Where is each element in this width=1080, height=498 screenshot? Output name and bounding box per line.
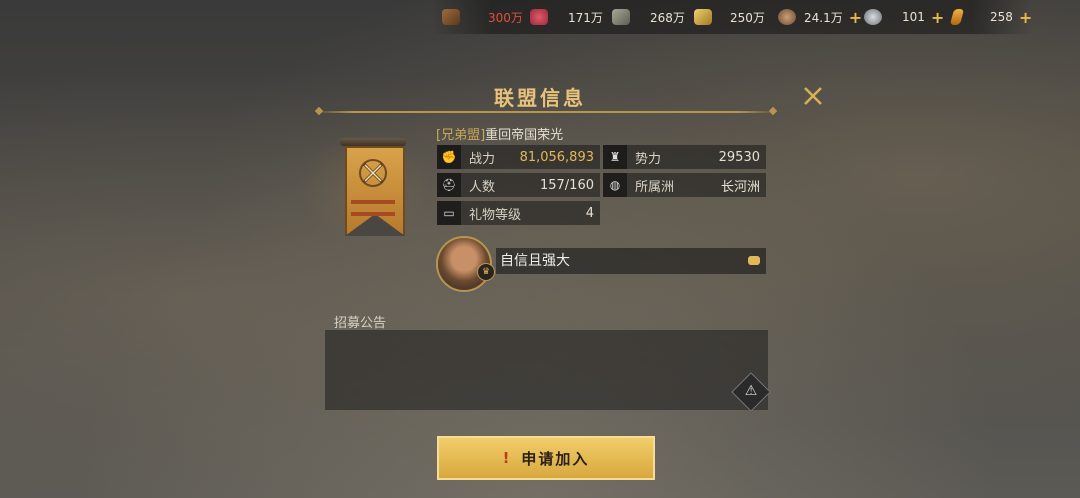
resource-value: 101 (902, 10, 925, 24)
banner-chevron (351, 212, 395, 226)
stat-value: 157/160 (539, 177, 594, 193)
announcement-box (325, 330, 768, 410)
gold-bar-icon (694, 9, 712, 25)
resource-coin[interactable]: 24.1万 + (778, 7, 862, 27)
alliance-motto: 自信且强大 (496, 248, 766, 274)
resource-value: 171万 (568, 10, 603, 25)
apply-button-label: 申请加入 (521, 449, 590, 468)
meat-icon (530, 9, 548, 25)
resource-crystal[interactable]: 258 + (949, 7, 1032, 27)
add-silver-button[interactable]: + (931, 8, 944, 27)
coin-icon (778, 9, 796, 25)
stat-label: 所属洲 (635, 179, 675, 195)
castle-icon: ♜ (603, 145, 627, 169)
resource-stone[interactable]: 268万 (612, 7, 685, 27)
crystal-icon (949, 9, 965, 25)
resource-value: 24.1万 (804, 10, 843, 25)
fist-icon: ✊ (437, 145, 461, 169)
resource-silver[interactable]: 101 + (864, 7, 944, 27)
warning-icon: ⚠ (744, 383, 758, 399)
crown-icon: ♛ (477, 263, 495, 281)
stat-gift-level: ▭ 礼物等级 4 (437, 201, 600, 225)
add-crystal-button[interactable]: + (1019, 8, 1032, 27)
dialog-title: 联盟信息 (494, 86, 586, 110)
resource-value: 300万 (488, 10, 523, 25)
banner-pole (340, 138, 406, 146)
gift-box-icon: ▭ (437, 201, 461, 225)
stat-influence: ♜ 势力 29530 (603, 145, 766, 169)
stat-label: 人数 (469, 179, 496, 195)
close-icon (804, 87, 822, 105)
alliance-name-text: 重回帝国荣光 (485, 128, 564, 143)
resource-value: 268万 (650, 10, 685, 25)
stat-value: 4 (585, 205, 594, 221)
silver-coin-icon (864, 9, 882, 25)
crossed-swords-emblem-icon (359, 159, 387, 187)
stat-power: ✊ 战力 81,056,893 (437, 145, 600, 169)
stat-continent: ◍ 所属洲 长河洲 (603, 173, 766, 197)
resource-wood[interactable]: 300万 (442, 7, 523, 27)
resource-gold[interactable]: 250万 (694, 7, 765, 27)
apply-join-button[interactable]: ! 申请加入 (437, 436, 655, 480)
alliance-name: [兄弟盟]重回帝国荣光 (436, 124, 563, 143)
stat-members: ⛑ 人数 157/160 (437, 173, 600, 197)
resource-value: 258 (990, 10, 1013, 24)
exclamation-icon: ! (502, 449, 512, 467)
stat-value: 29530 (718, 149, 760, 165)
stat-label: 势力 (635, 151, 662, 167)
stat-label: 礼物等级 (469, 207, 522, 223)
close-button[interactable] (800, 84, 826, 110)
announcement-label: 招募公告 (334, 316, 387, 331)
stone-icon (612, 9, 630, 25)
chat-bubble-icon[interactable] (748, 256, 760, 265)
resource-meat[interactable]: 171万 (530, 7, 603, 27)
wood-log-icon (442, 9, 460, 25)
globe-icon: ◍ (603, 173, 627, 197)
alliance-tag: [兄弟盟] (436, 128, 486, 143)
helmet-icon: ⛑ (437, 173, 461, 197)
motto-text: 自信且强大 (500, 253, 570, 269)
add-coin-button[interactable]: + (849, 8, 862, 27)
stat-label: 战力 (469, 151, 496, 167)
stat-value: 长河洲 (720, 179, 760, 195)
stat-value: 81,056,893 (519, 149, 594, 165)
resource-value: 250万 (730, 10, 765, 25)
title-divider (316, 111, 776, 113)
resource-bar: 300万 171万 268万 250万 24.1万 + 101 + 258 + (432, 0, 1032, 34)
